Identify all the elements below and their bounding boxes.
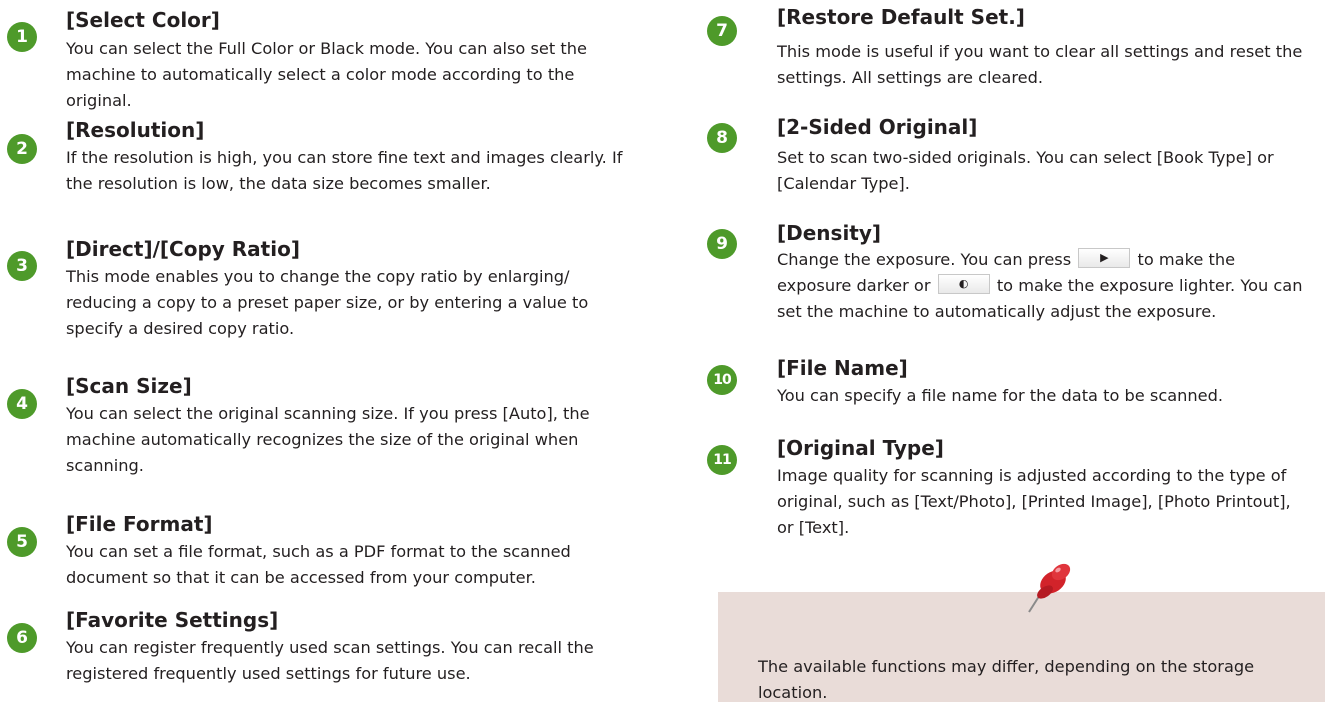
number-badge: 11 xyxy=(707,445,737,475)
number-badge: 4 xyxy=(7,389,37,419)
item-title: [2-Sided Original] xyxy=(777,115,978,139)
number-badge: 5 xyxy=(7,527,37,557)
number-badge: 3 xyxy=(7,251,37,281)
note-text: The available functions may differ, depe… xyxy=(758,657,1255,702)
number-badge: 6 xyxy=(7,623,37,653)
item-description: You can specify a file name for the data… xyxy=(777,386,1224,405)
item-description: Set to scan two-sided originals. You can… xyxy=(777,148,1274,193)
item-description: If the resolution is high, you can store… xyxy=(66,148,623,193)
number-badge: 1 xyxy=(7,22,37,52)
density-text-1: Change the exposure. You can press xyxy=(777,250,1072,269)
item-title: [Direct]/[Copy Ratio] xyxy=(66,237,300,261)
pushpin-icon xyxy=(1028,563,1071,613)
item-title: [Select Color] xyxy=(66,8,220,32)
item-description: Change the exposure. You can press ▶ to … xyxy=(777,247,1312,325)
item-title: [Density] xyxy=(777,221,882,245)
lighter-key-icon: ◐ xyxy=(937,274,990,294)
number-badge: 8 xyxy=(707,123,737,153)
darker-key-icon: ▶ xyxy=(1078,248,1131,268)
item-description: You can select the original scanning siz… xyxy=(66,404,590,475)
number-badge: 10 xyxy=(707,365,737,395)
item-title: [Scan Size] xyxy=(66,374,192,398)
item-description: This mode enables you to change the copy… xyxy=(66,267,589,338)
item-title: [Restore Default Set.] xyxy=(777,5,1025,29)
item-title: [Original Type] xyxy=(777,436,944,460)
item-description: You can register frequently used scan se… xyxy=(66,638,594,683)
note-box: The available functions may differ, depe… xyxy=(718,592,1325,702)
item-title: [Resolution] xyxy=(66,118,205,142)
number-badge: 7 xyxy=(707,16,737,46)
item-description: You can set a file format, such as a PDF… xyxy=(66,542,571,587)
number-badge: 9 xyxy=(707,229,737,259)
number-badge: 2 xyxy=(7,134,37,164)
item-title: [File Name] xyxy=(777,356,908,380)
item-description: This mode is useful if you want to clear… xyxy=(777,42,1303,87)
item-description: You can select the Full Color or Black m… xyxy=(66,39,587,110)
item-description: Image quality for scanning is adjusted a… xyxy=(777,466,1291,537)
item-title: [Favorite Settings] xyxy=(66,608,279,632)
item-title: [File Format] xyxy=(66,512,213,536)
